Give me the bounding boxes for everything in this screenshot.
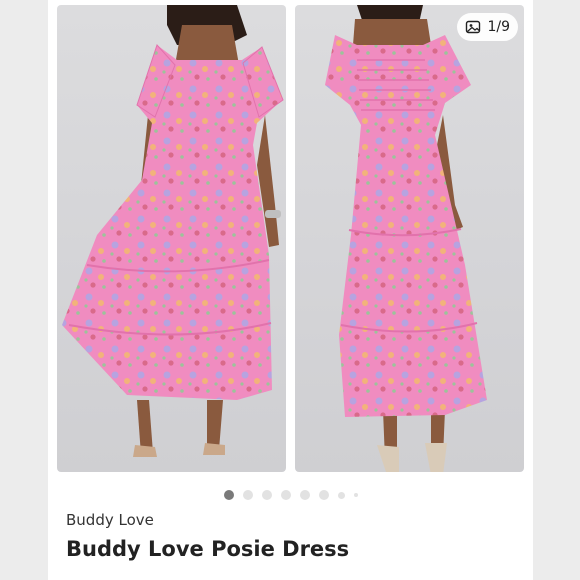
- listing-card: 1/9 Buddy Love Buddy Love Posie Dress: [48, 0, 533, 580]
- gallery-dot-6[interactable]: [318, 490, 329, 500]
- brand-name[interactable]: Buddy Love: [66, 511, 154, 529]
- gallery-pagination: [48, 490, 533, 500]
- dress-front-illustration: [62, 5, 284, 457]
- product-photo-back[interactable]: 1/9: [295, 5, 524, 472]
- image-counter-badge: 1/9: [457, 13, 518, 41]
- image-counter-text: 1/9: [487, 19, 510, 35]
- gallery-dot-5[interactable]: [299, 490, 310, 500]
- gallery-dot-3[interactable]: [261, 490, 272, 500]
- gallery-dot-2[interactable]: [242, 490, 253, 500]
- gallery-dot-4[interactable]: [280, 490, 291, 500]
- gallery-dot-1[interactable]: [223, 490, 234, 500]
- product-photo-front[interactable]: [57, 5, 286, 472]
- gallery-icon: [466, 20, 481, 34]
- gallery-dot-7[interactable]: [337, 491, 345, 499]
- gallery-dot-8[interactable]: [353, 493, 358, 497]
- dress-back-illustration: [325, 5, 487, 472]
- listing-title: Buddy Love Posie Dress: [66, 537, 350, 561]
